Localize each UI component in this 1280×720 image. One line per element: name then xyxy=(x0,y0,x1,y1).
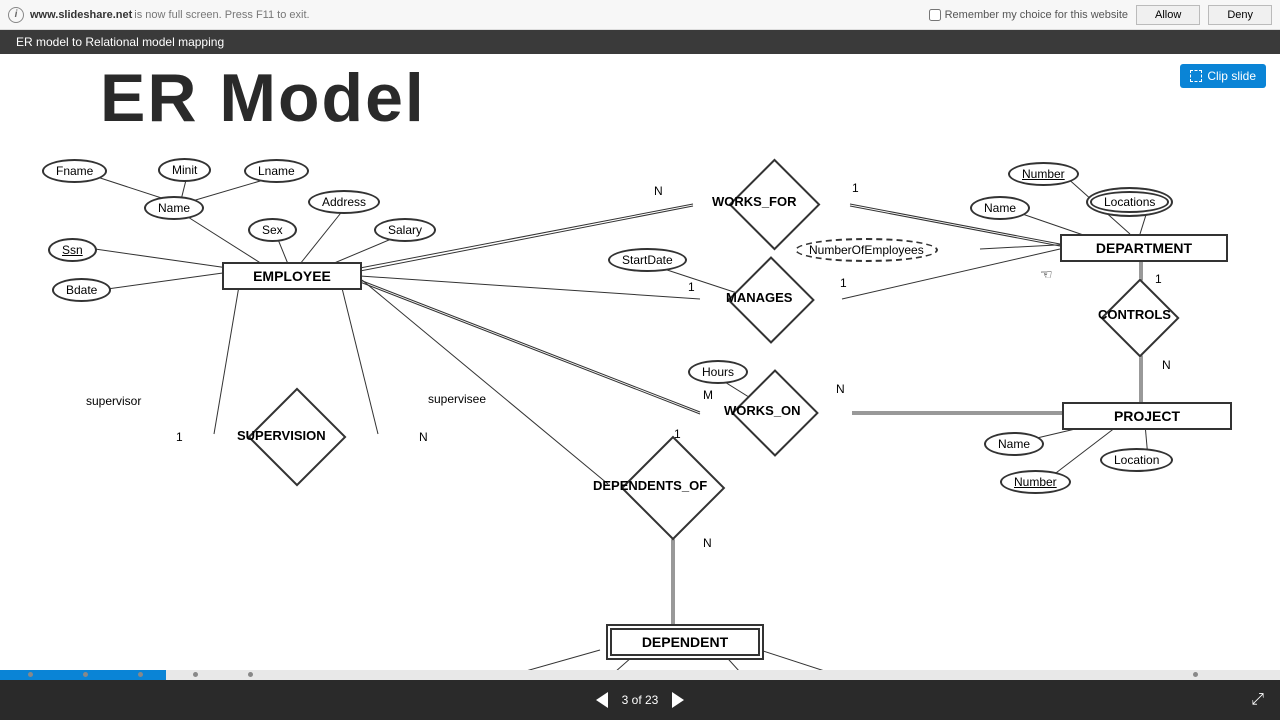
attr-lname: Lname xyxy=(244,159,309,183)
rel-controls: CONTROLS xyxy=(1098,307,1171,322)
slide-progress-bar[interactable] xyxy=(0,670,1280,680)
attr-proj-number: Number xyxy=(1000,470,1071,494)
attr-hours: Hours xyxy=(688,360,748,384)
exit-fullscreen-button[interactable]: ⤢ xyxy=(1251,691,1264,709)
rel-works-for: WORKS_FOR xyxy=(712,194,797,209)
cursor-hand-icon: ☜ xyxy=(1040,266,1053,283)
card-dependents-1: 1 xyxy=(674,427,681,441)
notification-message: is now full screen. Press F11 to exit. xyxy=(134,9,309,21)
attr-ssn: Ssn xyxy=(48,238,97,262)
next-slide-button[interactable] xyxy=(672,692,684,708)
presentation-title-bar: ER model to Relational model mapping xyxy=(0,30,1280,54)
entity-employee: EMPLOYEE xyxy=(222,262,362,290)
card-manages-1b: 1 xyxy=(840,276,847,290)
notification-url: www.slideshare.net xyxy=(30,9,132,21)
presentation-title: ER model to Relational model mapping xyxy=(16,35,224,49)
allow-button[interactable]: Allow xyxy=(1136,5,1200,25)
attr-numemployees: NumberOfEmployees xyxy=(795,238,938,262)
attr-minit: Minit xyxy=(158,158,211,182)
attr-proj-location: Location xyxy=(1100,448,1173,472)
entity-dependent: DEPENDENT xyxy=(606,624,764,660)
attr-salary: Salary xyxy=(374,218,436,242)
card-controls-1: 1 xyxy=(1155,272,1162,286)
rel-supervision: SUPERVISION xyxy=(237,428,326,443)
card-works-on-m: M xyxy=(703,388,713,402)
remember-checkbox-input[interactable] xyxy=(929,9,941,21)
attr-startdate: StartDate xyxy=(608,248,687,272)
attr-bdate: Bdate xyxy=(52,278,111,302)
card-works-on-n: N xyxy=(836,382,845,396)
rel-dependents-of: DEPENDENTS_OF xyxy=(593,478,707,493)
remember-label: Remember my choice for this website xyxy=(945,9,1128,21)
card-manages-1a: 1 xyxy=(688,280,695,294)
attr-dept-name: Name xyxy=(970,196,1030,220)
connector-lines xyxy=(0,54,1280,670)
entity-project: PROJECT xyxy=(1062,402,1232,430)
attr-sex: Sex xyxy=(248,218,297,242)
card-dependents-n: N xyxy=(703,536,712,550)
card-supervision-n: N xyxy=(419,430,428,444)
page-indicator: 3 of 23 xyxy=(622,693,659,707)
slide-marker[interactable] xyxy=(193,672,198,677)
remember-choice-checkbox[interactable]: Remember my choice for this website xyxy=(929,9,1128,21)
attr-address: Address xyxy=(308,190,380,214)
rel-manages: MANAGES xyxy=(726,290,792,305)
attr-name: Name xyxy=(144,196,204,220)
attr-dept-number: Number xyxy=(1008,162,1079,186)
attr-fname: Fname xyxy=(42,159,107,183)
entity-department: DEPARTMENT xyxy=(1060,234,1228,262)
deny-button[interactable]: Deny xyxy=(1208,5,1272,25)
slide-marker[interactable] xyxy=(83,672,88,677)
slide-marker[interactable] xyxy=(248,672,253,677)
card-controls-n: N xyxy=(1162,358,1171,372)
slide-area[interactable]: Clip slide ER Model xyxy=(0,54,1280,670)
slide-nav-bar: 3 of 23 ⤢ xyxy=(0,680,1280,720)
slide-marker[interactable] xyxy=(28,672,33,677)
role-supervisee: supervisee xyxy=(428,392,486,406)
info-icon: i xyxy=(8,7,24,23)
slide-marker[interactable] xyxy=(1193,672,1198,677)
card-works-for-n: N xyxy=(654,184,663,198)
card-supervision-1: 1 xyxy=(176,430,183,444)
er-diagram: ER Model xyxy=(0,54,1280,670)
fullscreen-notification-bar: i www.slideshare.net is now full screen.… xyxy=(0,0,1280,30)
attr-proj-name: Name xyxy=(984,432,1044,456)
slide-marker[interactable] xyxy=(138,672,143,677)
attr-locations: Locations xyxy=(1086,187,1173,217)
role-supervisor: supervisor xyxy=(86,394,141,408)
rel-works-on: WORKS_ON xyxy=(724,403,801,418)
slide-title: ER Model xyxy=(100,59,426,137)
prev-slide-button[interactable] xyxy=(596,692,608,708)
card-works-for-1: 1 xyxy=(852,181,859,195)
